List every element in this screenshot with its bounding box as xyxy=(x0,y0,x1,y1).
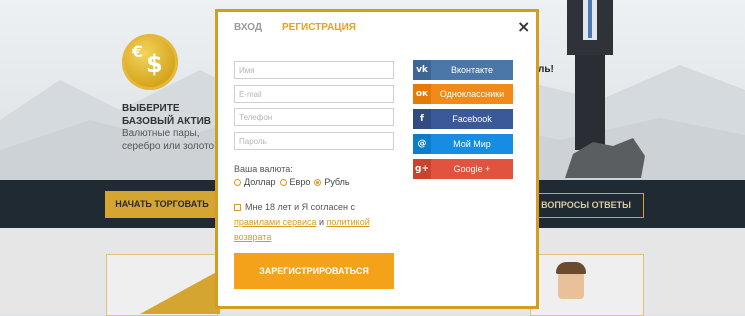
mymir-login-button[interactable]: @ Мой Мир xyxy=(413,134,513,154)
phone-field[interactable] xyxy=(234,108,394,126)
odnoklassniki-login-button[interactable]: ок Одноклассники xyxy=(413,84,513,104)
radio-circle-icon xyxy=(234,178,241,186)
email-field[interactable] xyxy=(234,85,394,103)
avatar-hair xyxy=(556,262,586,274)
facebook-icon: f xyxy=(413,109,431,129)
coin-icon: € $ xyxy=(122,34,178,90)
currency-radio-ruble[interactable]: Рубль xyxy=(314,177,350,187)
promo-title: ВЫБЕРИТЕ БАЗОВЫЙ АКТИВ xyxy=(122,103,212,127)
terms-checkbox[interactable] xyxy=(234,204,241,211)
faq-button[interactable]: ВОПРОСЫ ОТВЕТЫ xyxy=(528,193,644,218)
odnoklassniki-icon: ок xyxy=(413,84,431,104)
password-field[interactable] xyxy=(234,132,394,150)
currency-radio-euro[interactable]: Евро xyxy=(279,177,310,187)
promo-description: Валютные пары, серебро или золото. xyxy=(122,128,217,152)
vk-icon: vk xyxy=(413,60,431,80)
vk-login-button[interactable]: vk Вконтакте xyxy=(413,60,513,80)
terms-agreement: Мне 18 лет и Я согласен с правилами серв… xyxy=(234,202,370,242)
currency-radio-group: Доллар Евро Рубль xyxy=(234,177,350,187)
promo-right-snippet: ль! xyxy=(538,64,554,75)
terms-link[interactable]: правилами сервиса xyxy=(234,217,317,227)
google-plus-login-button[interactable]: g+ Google + xyxy=(413,159,513,179)
tab-login[interactable]: ВХОД xyxy=(234,22,262,33)
register-modal: ВХОД РЕГИСТРАЦИЯ × Ваша валюта: Доллар Е… xyxy=(215,9,539,309)
register-button[interactable]: ЗАРЕГИСТРИРОВАТЬСЯ xyxy=(234,253,394,289)
mymir-icon: @ xyxy=(413,134,431,154)
start-trading-button[interactable]: НАЧАТЬ ТОРГОВАТЬ xyxy=(105,191,219,218)
currency-radio-dollar[interactable]: Доллар xyxy=(234,177,276,187)
google-plus-icon: g+ xyxy=(413,159,431,179)
tab-register[interactable]: РЕГИСТРАЦИЯ xyxy=(282,22,356,33)
radio-circle-icon xyxy=(279,178,287,186)
close-icon[interactable]: × xyxy=(517,17,530,36)
name-field[interactable] xyxy=(234,61,394,79)
radio-selected-icon xyxy=(314,178,322,186)
facebook-login-button[interactable]: f Facebook xyxy=(413,109,513,129)
feature-card-right xyxy=(530,254,644,316)
currency-label: Ваша валюта: xyxy=(234,164,293,174)
